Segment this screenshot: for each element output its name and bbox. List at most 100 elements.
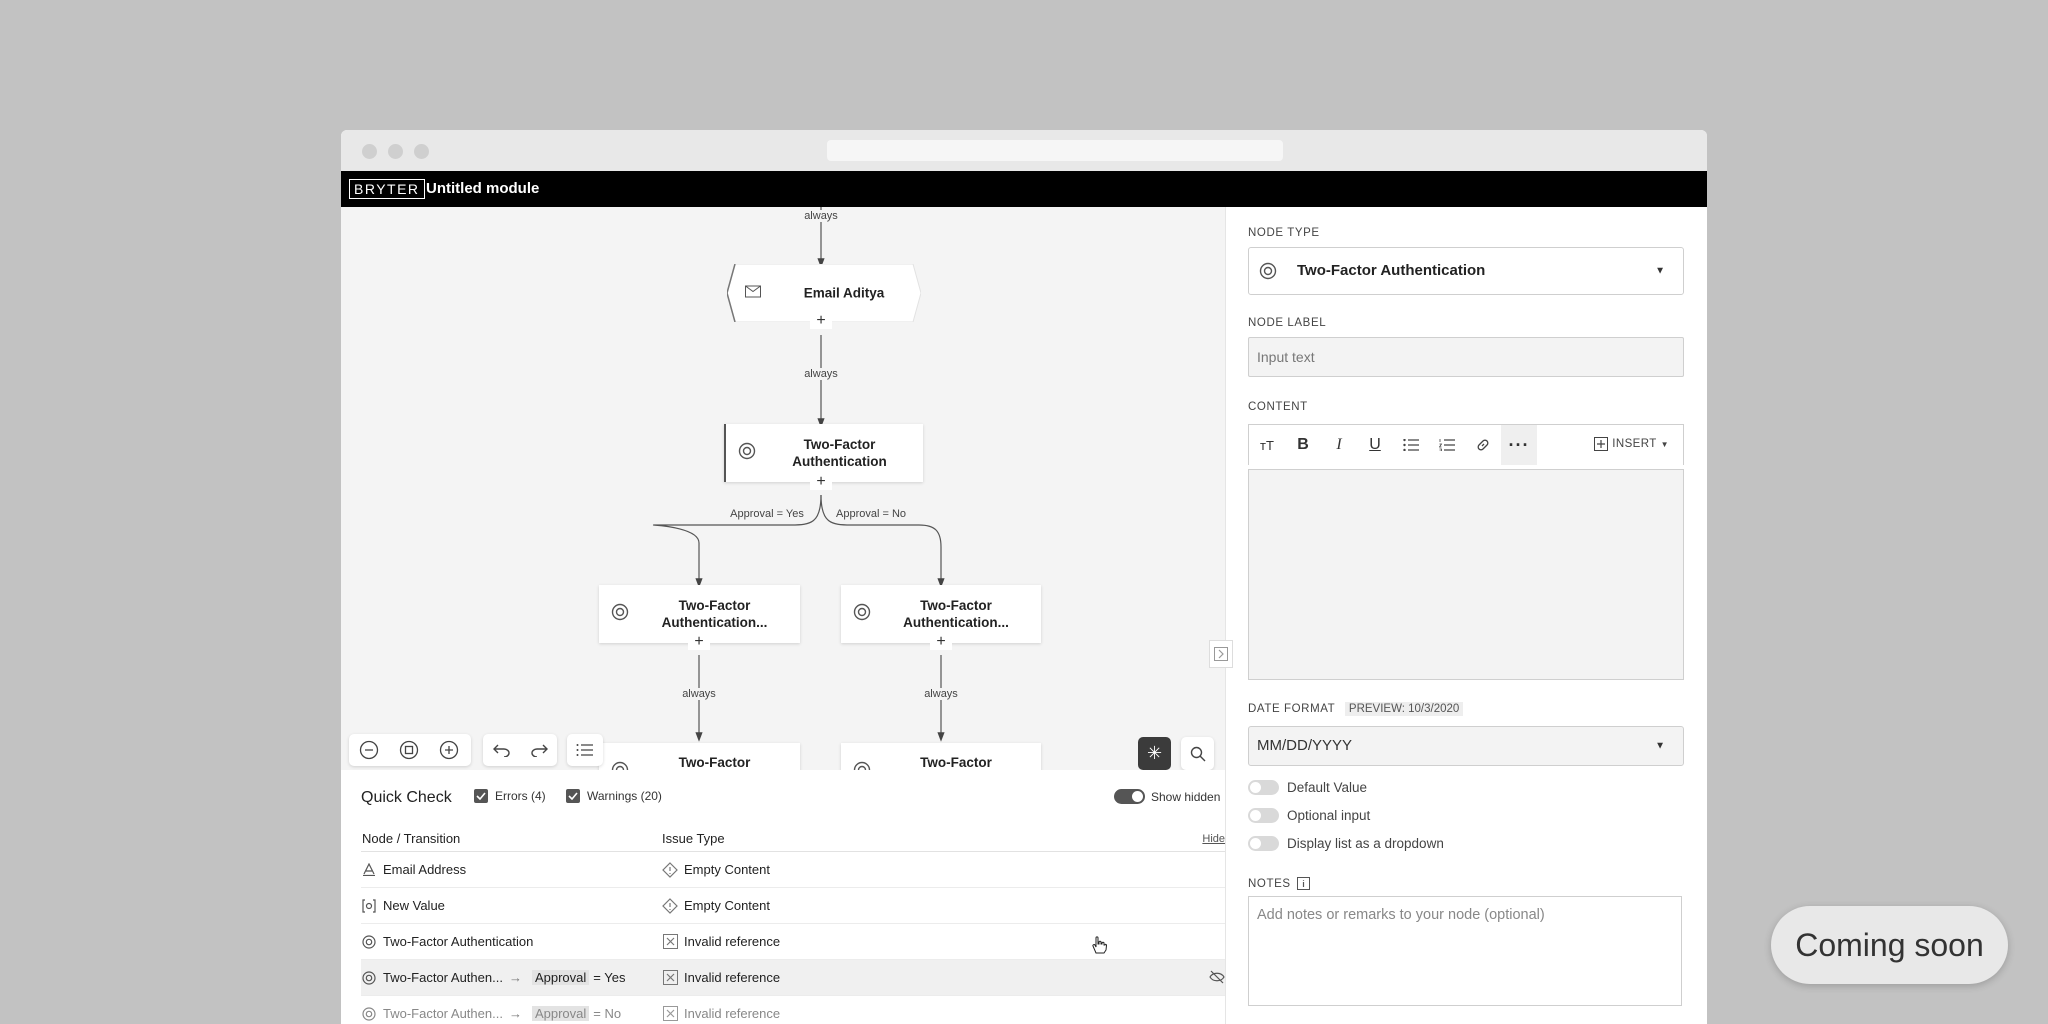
checkbox-checked-icon bbox=[474, 789, 488, 803]
add-node-button[interactable]: + bbox=[810, 313, 832, 329]
variable-icon bbox=[361, 898, 377, 913]
hide-issue-button[interactable] bbox=[1209, 970, 1225, 987]
table-row[interactable]: New Value Empty Content bbox=[361, 888, 1225, 924]
bold-button[interactable]: B bbox=[1285, 425, 1321, 465]
target-icon bbox=[611, 603, 629, 625]
quick-check-panel: Quick Check Errors (4) Warnings (20) Sho… bbox=[341, 770, 1225, 1024]
underline-button[interactable]: U bbox=[1357, 425, 1393, 465]
table-row[interactable]: Email Address Empty Content bbox=[361, 852, 1225, 888]
app-header: BRYTER Untitled module bbox=[341, 171, 1707, 207]
link-button[interactable] bbox=[1465, 425, 1501, 465]
module-title[interactable]: Untitled module bbox=[426, 180, 539, 197]
numbered-list-button[interactable] bbox=[1429, 425, 1465, 465]
toggle-switch[interactable] bbox=[1248, 836, 1279, 851]
rich-text-toolbar: тT B I U ··· INSERT ▼ bbox=[1248, 424, 1684, 465]
insert-dropdown[interactable]: INSERT ▼ bbox=[1594, 437, 1669, 451]
quick-check-table-header: Node / Transition Issue Type Hide bbox=[361, 829, 1225, 852]
flow-canvas[interactable]: always always Approval = Yes Approval = … bbox=[341, 207, 1225, 770]
ai-assistant-button[interactable]: ✳ bbox=[1138, 737, 1171, 770]
errors-label: Errors (4) bbox=[495, 789, 546, 803]
row-issue-type: Invalid reference bbox=[684, 934, 781, 949]
table-row[interactable]: Two-Factor Authen... → Approval = No Inv… bbox=[361, 996, 1225, 1024]
quick-check-title: Quick Check bbox=[361, 789, 452, 806]
window-titlebar bbox=[341, 130, 1707, 172]
default-value-toggle[interactable]: Default Value bbox=[1248, 780, 1367, 795]
option-label: Display list as a dropdown bbox=[1287, 836, 1444, 851]
row-node-name: Email Address bbox=[383, 862, 467, 877]
window-close-button[interactable] bbox=[362, 144, 377, 159]
condition-field: Approval bbox=[531, 1006, 590, 1021]
notes-textarea[interactable]: Add notes or remarks to your node (optio… bbox=[1248, 896, 1682, 1006]
node-properties-panel: NODE TYPE Two-Factor Authentication ▼ NO… bbox=[1225, 207, 1707, 1024]
edge-label-approval-yes[interactable]: Approval = Yes bbox=[728, 508, 806, 520]
target-icon bbox=[853, 603, 871, 625]
toggle-switch[interactable] bbox=[1248, 808, 1279, 823]
zoom-fit-button[interactable] bbox=[389, 734, 429, 766]
date-format-select[interactable]: MM/DD/YYYY ▼ bbox=[1248, 726, 1684, 766]
node-type-select[interactable]: Two-Factor Authentication ▼ bbox=[1248, 247, 1684, 295]
toggle-switch[interactable] bbox=[1248, 780, 1279, 795]
italic-button[interactable]: I bbox=[1321, 425, 1357, 465]
toggle-switch[interactable] bbox=[1114, 789, 1145, 804]
zoom-in-button[interactable] bbox=[429, 734, 469, 766]
errors-filter-checkbox[interactable]: Errors (4) bbox=[474, 789, 546, 803]
list-view-button[interactable] bbox=[567, 734, 603, 766]
text-size-button[interactable]: тT bbox=[1249, 425, 1285, 465]
add-node-button[interactable]: + bbox=[688, 634, 710, 650]
row-issue-type: Invalid reference bbox=[684, 970, 781, 985]
collapse-panel-button[interactable] bbox=[1209, 640, 1233, 668]
row-node-name: New Value bbox=[383, 898, 445, 913]
canvas-search-button[interactable] bbox=[1181, 737, 1214, 770]
flow-node-two-factor[interactable]: Two-Factor bbox=[599, 743, 800, 770]
warnings-filter-checkbox[interactable]: Warnings (20) bbox=[566, 789, 662, 803]
flow-node-two-factor[interactable]: Two-Factor bbox=[841, 743, 1041, 770]
redo-button[interactable] bbox=[520, 734, 557, 766]
condition-value: = Yes bbox=[593, 970, 626, 985]
bryter-logo: BRYTER bbox=[349, 179, 425, 199]
content-editor[interactable] bbox=[1248, 469, 1684, 680]
notes-label-text: NOTES bbox=[1248, 877, 1291, 890]
insert-label: INSERT bbox=[1612, 438, 1657, 450]
node-label-label: NODE LABEL bbox=[1248, 317, 1327, 329]
add-node-button[interactable]: + bbox=[930, 634, 952, 650]
show-hidden-label: Show hidden bbox=[1151, 789, 1221, 804]
sparkle-icon: ✳ bbox=[1146, 743, 1163, 763]
node-label: Two-Factor bbox=[920, 755, 992, 770]
address-bar[interactable] bbox=[827, 140, 1283, 161]
node-label-input[interactable]: Input text bbox=[1248, 337, 1684, 377]
target-icon bbox=[853, 761, 871, 770]
node-label: Two-Factor Authentication... bbox=[903, 598, 1009, 630]
date-preview-tag: PREVIEW: 10/3/2020 bbox=[1344, 702, 1464, 716]
node-label: Two-Factor bbox=[678, 755, 751, 770]
bullet-list-icon bbox=[1403, 439, 1419, 451]
window-maximize-button[interactable] bbox=[414, 144, 429, 159]
bullet-list-button[interactable] bbox=[1393, 425, 1429, 465]
info-icon bbox=[1296, 877, 1310, 890]
more-options-button[interactable]: ··· bbox=[1501, 425, 1537, 465]
table-row[interactable]: Two-Factor Authen... → Approval = Yes In… bbox=[361, 960, 1225, 996]
window-minimize-button[interactable] bbox=[388, 144, 403, 159]
underline-icon: U bbox=[1369, 436, 1381, 453]
date-format-label-text: DATE FORMAT bbox=[1248, 703, 1336, 715]
notes-label: NOTES bbox=[1248, 877, 1310, 890]
target-icon bbox=[361, 934, 377, 949]
hide-link[interactable]: Hide bbox=[1202, 833, 1225, 845]
add-node-button[interactable]: + bbox=[810, 474, 832, 490]
zoom-controls bbox=[349, 734, 471, 766]
node-label: Two-Factor Authentication... bbox=[661, 598, 768, 630]
display-dropdown-toggle[interactable]: Display list as a dropdown bbox=[1248, 836, 1444, 851]
list-view-control bbox=[567, 734, 603, 766]
node-type-label: NODE TYPE bbox=[1248, 227, 1320, 239]
checkbox-checked-icon bbox=[566, 789, 580, 803]
target-icon bbox=[1259, 262, 1277, 285]
fit-view-icon bbox=[399, 740, 419, 760]
optional-input-toggle[interactable]: Optional input bbox=[1248, 808, 1370, 823]
undo-button[interactable] bbox=[483, 734, 520, 766]
warnings-label: Warnings (20) bbox=[587, 789, 662, 803]
edge-label: always bbox=[802, 368, 840, 380]
row-issue-type: Invalid reference bbox=[684, 1006, 781, 1021]
edge-label-approval-no[interactable]: Approval = No bbox=[833, 508, 909, 520]
node-type-value: Two-Factor Authentication bbox=[1297, 262, 1486, 279]
show-hidden-toggle[interactable]: Show hidden bbox=[1114, 789, 1220, 804]
zoom-out-button[interactable] bbox=[349, 734, 389, 766]
